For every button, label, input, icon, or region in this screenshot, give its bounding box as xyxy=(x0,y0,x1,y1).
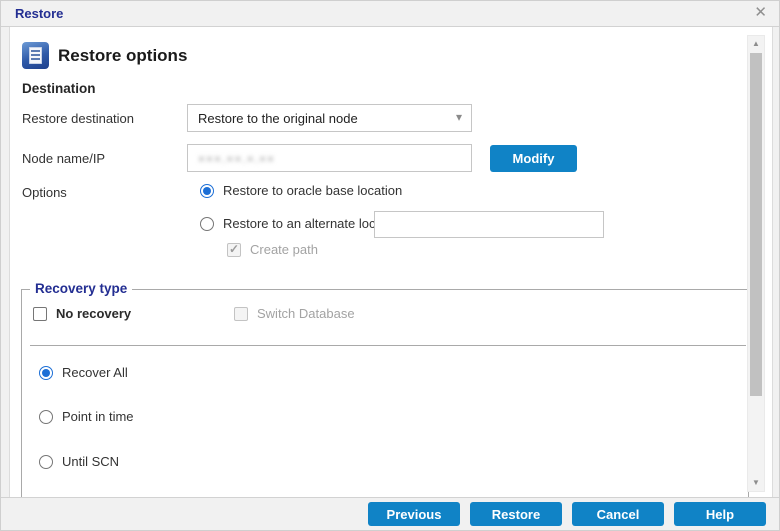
node-name-label: Node name/IP xyxy=(22,151,105,166)
footer-bar: Previous Restore Cancel Help xyxy=(1,497,779,530)
alternate-path-input[interactable] xyxy=(374,211,604,238)
until-scn-label: Until SCN xyxy=(62,454,119,469)
scroll-up-icon[interactable]: ▲ xyxy=(748,37,764,51)
options-label: Options xyxy=(22,185,67,200)
switch-database-label: Switch Database xyxy=(257,306,355,321)
help-button[interactable]: Help xyxy=(674,502,766,526)
dialog-title: Restore xyxy=(15,6,63,21)
radio-recover-all-icon[interactable] xyxy=(39,366,53,380)
no-recovery-label: No recovery xyxy=(56,306,131,321)
switch-database-option: Switch Database xyxy=(234,306,355,321)
node-name-redacted-value: ×××.××.×.×× xyxy=(198,152,275,166)
point-in-time-option[interactable]: Point in time xyxy=(39,409,134,424)
recover-all-option[interactable]: Recover All xyxy=(39,365,128,380)
restore-dialog: Restore ✕ Restore options Destination Re… xyxy=(0,0,780,531)
radio-until-scn-icon[interactable] xyxy=(39,455,53,469)
restore-destination-value: Restore to the original node xyxy=(198,111,358,126)
oracle-base-option[interactable]: Restore to oracle base location xyxy=(200,183,402,198)
recovery-type-legend: Recovery type xyxy=(30,281,132,296)
page-title: Restore options xyxy=(58,46,187,66)
oracle-base-label: Restore to oracle base location xyxy=(223,183,402,198)
modify-button[interactable]: Modify xyxy=(490,145,577,172)
dialog-content: Restore options Destination Restore dest… xyxy=(9,27,773,499)
point-in-time-label: Point in time xyxy=(62,409,134,424)
until-scn-option[interactable]: Until SCN xyxy=(39,454,119,469)
restore-options-icon xyxy=(22,42,49,69)
switch-database-checkbox xyxy=(234,307,248,321)
create-path-option: Create path xyxy=(227,242,318,257)
node-name-input[interactable]: ×××.××.×.×× xyxy=(187,144,472,172)
radio-oracle-base-icon[interactable] xyxy=(200,184,214,198)
restore-destination-label: Restore destination xyxy=(22,111,134,126)
cancel-button[interactable]: Cancel xyxy=(572,502,664,526)
restore-destination-select[interactable]: Restore to the original node ▾ xyxy=(187,104,472,132)
close-icon[interactable]: ✕ xyxy=(754,4,767,22)
no-recovery-option[interactable]: No recovery xyxy=(33,306,131,321)
vertical-scrollbar[interactable]: ▲ ▼ xyxy=(747,35,765,492)
recovery-type-group: Recovery type No recovery Switch Databas… xyxy=(21,289,749,498)
recover-all-label: Recover All xyxy=(62,365,128,380)
radio-alternate-icon[interactable] xyxy=(200,217,214,231)
document-glyph xyxy=(29,47,42,64)
chevron-down-icon: ▾ xyxy=(456,110,462,124)
radio-point-in-time-icon[interactable] xyxy=(39,410,53,424)
previous-button[interactable]: Previous xyxy=(368,502,460,526)
create-path-checkbox xyxy=(227,243,241,257)
scroll-down-icon[interactable]: ▼ xyxy=(748,476,764,490)
no-recovery-checkbox[interactable] xyxy=(33,307,47,321)
restore-button[interactable]: Restore xyxy=(470,502,562,526)
recovery-divider xyxy=(30,345,746,346)
create-path-label: Create path xyxy=(250,242,318,257)
dialog-titlebar: Restore ✕ xyxy=(1,1,779,27)
scrollbar-thumb[interactable] xyxy=(750,53,762,396)
destination-section-title: Destination xyxy=(22,81,96,96)
